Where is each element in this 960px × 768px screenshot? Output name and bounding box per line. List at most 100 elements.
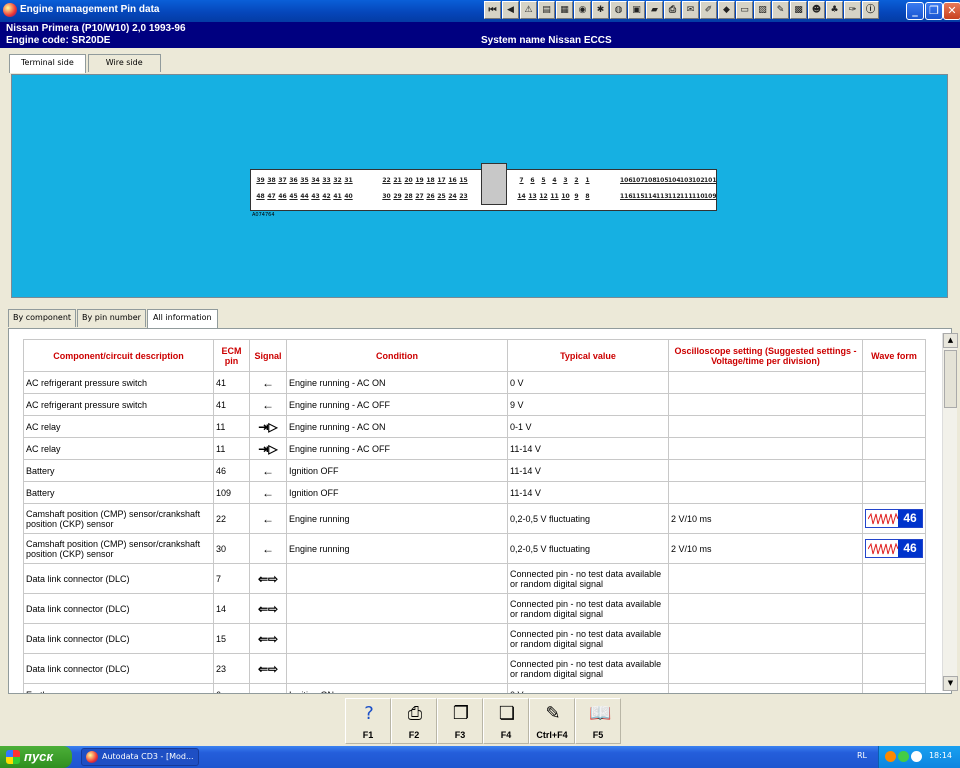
pin-number[interactable]: 115 xyxy=(632,193,645,200)
pin-number[interactable]: 20 xyxy=(403,177,414,184)
pin-number[interactable]: 34 xyxy=(310,177,321,184)
car-icon[interactable]: ◆ xyxy=(718,1,735,19)
maximize-button[interactable]: ❐ xyxy=(925,2,943,20)
pin-number[interactable]: 106 xyxy=(620,177,633,184)
pin-number[interactable]: 27 xyxy=(414,193,425,200)
globe-icon[interactable]: ◍ xyxy=(610,1,627,19)
pin-number[interactable]: 35 xyxy=(299,177,310,184)
pin-number[interactable]: 13 xyxy=(527,193,538,200)
pin-number[interactable]: 42 xyxy=(321,193,332,200)
language-indicator[interactable]: RL xyxy=(857,751,867,760)
fkey-button-4[interactable]: ❏ F4 xyxy=(483,698,529,744)
tray-icon[interactable] xyxy=(911,751,922,762)
fkey-button-6[interactable]: 📖 F5 xyxy=(575,698,621,744)
pin-number[interactable]: 5 xyxy=(538,177,549,184)
pin-number[interactable]: 114 xyxy=(644,193,657,200)
monitor-icon[interactable]: ▭ xyxy=(736,1,753,19)
pin-number[interactable]: 32 xyxy=(332,177,343,184)
pin-number[interactable]: 28 xyxy=(403,193,414,200)
pin-number[interactable]: 102 xyxy=(692,177,705,184)
pin-number[interactable]: 38 xyxy=(266,177,277,184)
pin-number[interactable]: 6 xyxy=(527,177,538,184)
pin-number[interactable]: 19 xyxy=(414,177,425,184)
fkey-button-5[interactable]: ✎ Ctrl+F4 xyxy=(529,698,575,744)
pin-number[interactable]: 101 xyxy=(704,177,717,184)
prev-icon[interactable]: ◀ xyxy=(502,1,519,19)
fkey-button-2[interactable]: ⎙ F2 xyxy=(391,698,437,744)
edit-icon[interactable]: ✎ xyxy=(772,1,789,19)
scroll-up-button[interactable]: ▲ xyxy=(943,333,958,348)
minimize-button[interactable]: _ xyxy=(906,2,924,20)
pin-number[interactable]: 104 xyxy=(668,177,681,184)
pin-number[interactable]: 48 xyxy=(255,193,266,200)
close-button[interactable]: ✕ xyxy=(943,2,960,20)
pin-number[interactable]: 30 xyxy=(381,193,392,200)
pin-number[interactable]: 113 xyxy=(656,193,669,200)
pin-number[interactable]: 46 xyxy=(277,193,288,200)
pin-number[interactable]: 29 xyxy=(392,193,403,200)
pin-number[interactable]: 1 xyxy=(582,177,593,184)
pin-number[interactable]: 39 xyxy=(255,177,266,184)
camera-icon[interactable]: ◉ xyxy=(574,1,591,19)
pin-number[interactable]: 111 xyxy=(680,193,693,200)
note-icon[interactable]: ✉ xyxy=(682,1,699,19)
pin-number[interactable]: 7 xyxy=(516,177,527,184)
pin-number[interactable]: 33 xyxy=(321,177,332,184)
fkey-button-3[interactable]: ❐ F3 xyxy=(437,698,483,744)
start-button[interactable]: пуск xyxy=(0,746,72,768)
pin-number[interactable]: 23 xyxy=(458,193,469,200)
fkey-button-1[interactable]: ? F1 xyxy=(345,698,391,744)
vertical-scrollbar[interactable]: ▲ ▼ xyxy=(942,333,958,691)
tab-all-information[interactable]: All information xyxy=(146,309,218,328)
pin-number[interactable]: 107 xyxy=(632,177,645,184)
tab-terminal-side[interactable]: Terminal side xyxy=(9,54,86,73)
pin-number[interactable]: 10 xyxy=(560,193,571,200)
pin-number[interactable]: 43 xyxy=(310,193,321,200)
taskbar-item-autodata[interactable]: Autodata CD3 - [Mod... xyxy=(81,748,199,766)
tool-icon[interactable]: ✱ xyxy=(592,1,609,19)
pin-number[interactable]: 116 xyxy=(620,193,633,200)
pin-number[interactable]: 14 xyxy=(516,193,527,200)
pin-number[interactable]: 8 xyxy=(582,193,593,200)
scroll-down-button[interactable]: ▼ xyxy=(943,676,958,691)
person-icon[interactable]: ☻ xyxy=(808,1,825,19)
pin-number[interactable]: 110 xyxy=(692,193,705,200)
first-icon[interactable]: ⏮ xyxy=(484,1,501,19)
pin-number[interactable]: 11 xyxy=(549,193,560,200)
pin-number[interactable]: 47 xyxy=(266,193,277,200)
scroll-thumb[interactable] xyxy=(944,350,957,408)
warning-icon[interactable]: ⚠ xyxy=(520,1,537,19)
pin-number[interactable]: 22 xyxy=(381,177,392,184)
pin-number[interactable]: 41 xyxy=(332,193,343,200)
tab-wire-side[interactable]: Wire side xyxy=(87,54,161,72)
tree-icon[interactable]: ♣ xyxy=(826,1,843,19)
pin-number[interactable]: 4 xyxy=(549,177,560,184)
tab-by-pin-number[interactable]: By pin number xyxy=(77,309,146,327)
pin-number[interactable]: 18 xyxy=(425,177,436,184)
tray-icon[interactable] xyxy=(885,751,896,762)
pin-number[interactable]: 103 xyxy=(680,177,693,184)
chart-icon[interactable]: ▦ xyxy=(556,1,573,19)
flag-icon[interactable]: ▣ xyxy=(628,1,645,19)
waveform-button[interactable]: 46 xyxy=(865,539,923,558)
pin-number[interactable]: 31 xyxy=(343,177,354,184)
pin-number[interactable]: 16 xyxy=(447,177,458,184)
pin-number[interactable]: 15 xyxy=(458,177,469,184)
list-icon[interactable]: ▤ xyxy=(538,1,555,19)
pin-number[interactable]: 25 xyxy=(436,193,447,200)
pen-icon[interactable]: ✐ xyxy=(700,1,717,19)
graph-icon[interactable]: ▧ xyxy=(754,1,771,19)
pin-number[interactable]: 17 xyxy=(436,177,447,184)
print-icon[interactable]: ⎙ xyxy=(664,1,681,19)
pin-number[interactable]: 24 xyxy=(447,193,458,200)
pin-number[interactable]: 37 xyxy=(277,177,288,184)
pin-number[interactable]: 44 xyxy=(299,193,310,200)
component-icon[interactable]: ▩ xyxy=(790,1,807,19)
pin-number[interactable]: 105 xyxy=(656,177,669,184)
pin-number[interactable]: 2 xyxy=(571,177,582,184)
waveform-button[interactable]: 46 xyxy=(865,509,923,528)
pin-number[interactable]: 26 xyxy=(425,193,436,200)
pin-number[interactable]: 112 xyxy=(668,193,681,200)
pin-number[interactable]: 45 xyxy=(288,193,299,200)
brush-icon[interactable]: ✑ xyxy=(844,1,861,19)
